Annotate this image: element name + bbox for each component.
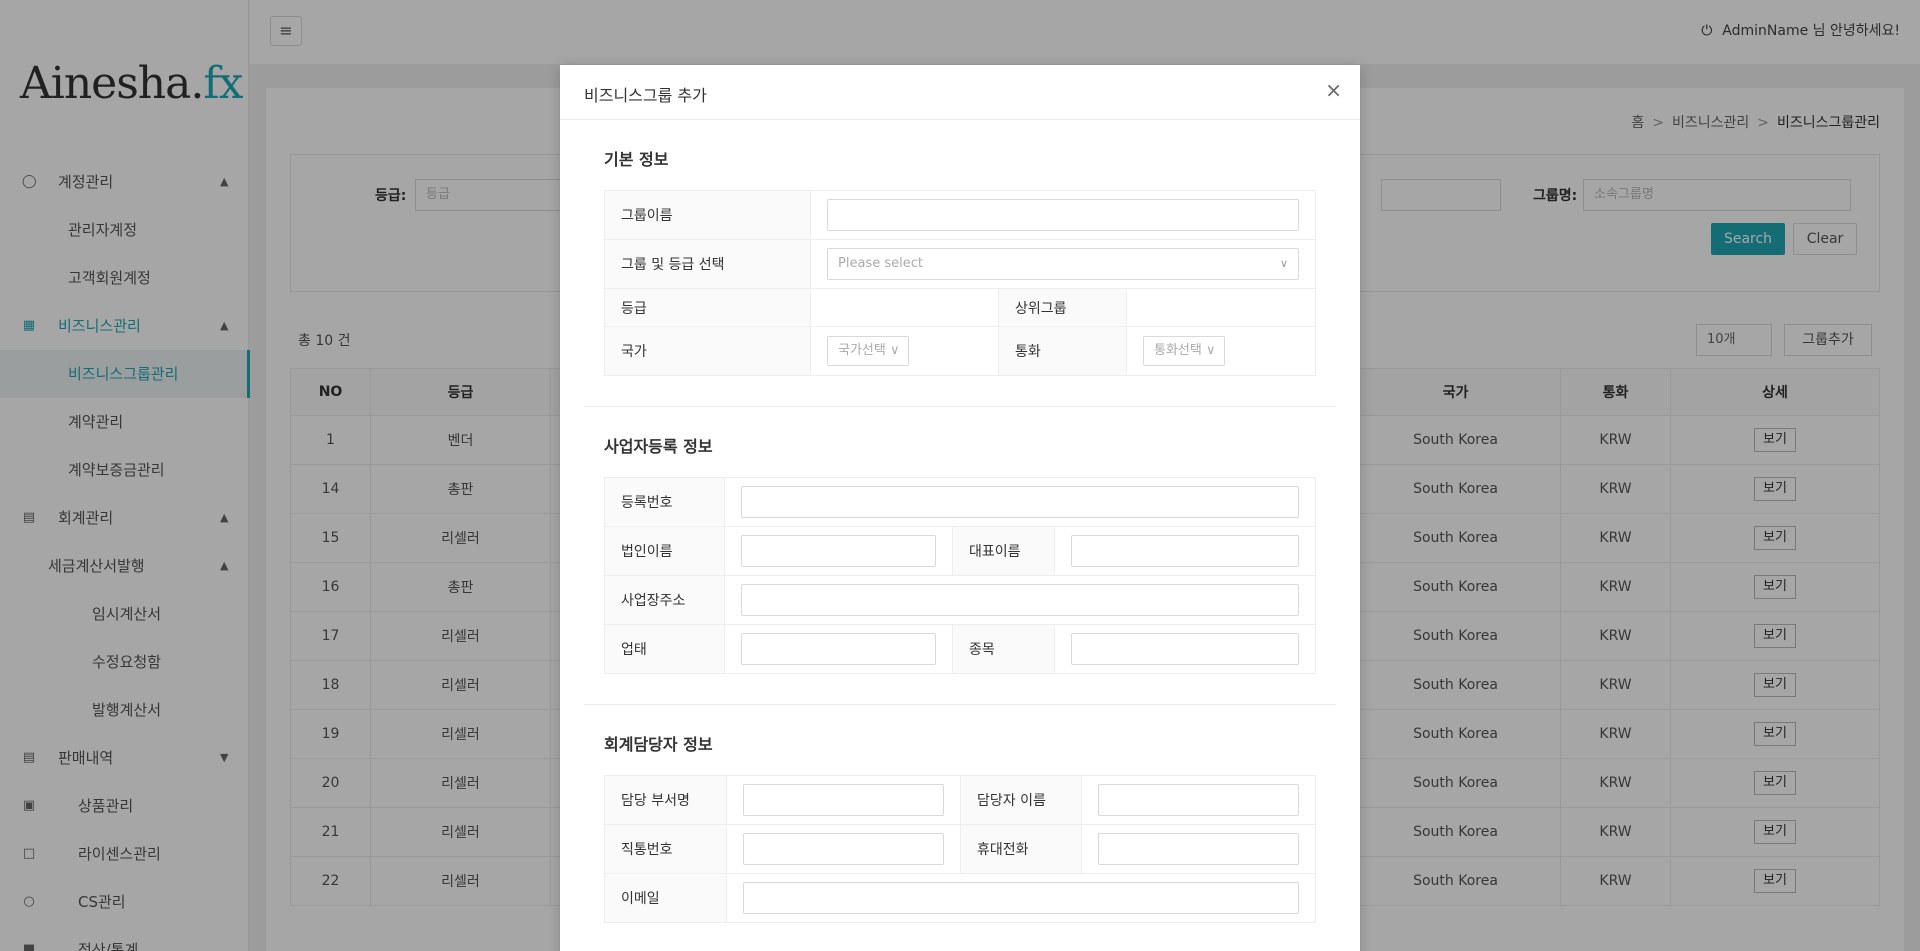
email-input[interactable] <box>743 882 1299 914</box>
group-grade-select-label: 그룹 및 등급 선택 <box>604 239 811 289</box>
grade-value <box>810 288 999 327</box>
accounting-contact-table: 담당 부서명 담당자 이름 직통번호 휴대전화 이메일 <box>604 775 1316 923</box>
basic-info-section: 기본 정보 그룹이름 그룹 및 등급 선택 Please select ∨ 등급 … <box>560 120 1360 376</box>
direct-phone-input[interactable] <box>743 833 944 865</box>
direct-phone-label: 직통번호 <box>604 824 727 874</box>
chevron-down-icon: ∨ <box>889 343 900 358</box>
biz-type-label: 업태 <box>604 624 725 674</box>
section-title: 회계담당자 정보 <box>604 735 713 754</box>
group-name-input[interactable] <box>827 199 1299 231</box>
dept-label: 담당 부서명 <box>604 775 727 825</box>
section-title: 기본 정보 <box>604 150 669 169</box>
business-reg-table: 등록번호 법인이름 대표이름 사업장주소 업태 종목 <box>604 477 1316 674</box>
add-business-group-modal: 비즈니스그룹 추가 × 기본 정보 그룹이름 그룹 및 등급 선택 Please… <box>560 65 1360 951</box>
biz-item-label: 종목 <box>952 624 1055 674</box>
section-title: 사업자등록 정보 <box>604 437 713 456</box>
country-placeholder: 국가선택 <box>838 343 886 358</box>
corp-name-label: 법인이름 <box>604 526 725 576</box>
parent-group-label: 상위그룹 <box>998 288 1127 327</box>
select-placeholder: Please select <box>838 256 923 271</box>
mobile-label: 휴대전화 <box>960 824 1082 874</box>
reg-no-input[interactable] <box>741 486 1299 518</box>
country-label: 국가 <box>604 326 811 376</box>
currency-select[interactable]: 통화선택 ∨ <box>1143 336 1225 366</box>
modal-header: 비즈니스그룹 추가 × <box>560 65 1360 120</box>
parent-group-value <box>1126 288 1316 327</box>
accounting-contact-section: 회계담당자 정보 담당 부서명 담당자 이름 직통번호 휴대전화 이메일 <box>560 705 1360 923</box>
basic-info-table: 그룹이름 그룹 및 등급 선택 Please select ∨ 등급 상위그룹 국… <box>604 190 1316 376</box>
business-reg-section: 사업자등록 정보 등록번호 법인이름 대표이름 사업장주소 업태 종목 <box>560 407 1360 674</box>
currency-placeholder: 통화선택 <box>1154 343 1202 358</box>
app-root: Ainesha.fx ◯ 계정관리 ▲ 관리자계정 고객회원계정 ▦ 비즈니스관리 ▲ … <box>0 0 1920 951</box>
biz-type-input[interactable] <box>741 633 936 665</box>
ceo-name-input[interactable] <box>1071 535 1299 567</box>
reg-no-label: 등록번호 <box>604 477 725 527</box>
chevron-down-icon: ∨ <box>1205 343 1216 358</box>
country-select[interactable]: 국가선택 ∨ <box>827 336 909 366</box>
manager-label: 담당자 이름 <box>960 775 1082 825</box>
group-grade-select[interactable]: Please select ∨ <box>827 248 1299 280</box>
biz-item-input[interactable] <box>1071 633 1299 665</box>
currency-label: 통화 <box>998 326 1127 376</box>
address-input[interactable] <box>741 584 1299 616</box>
address-label: 사업장주소 <box>604 575 725 625</box>
corp-name-input[interactable] <box>741 535 936 567</box>
mobile-input[interactable] <box>1098 833 1299 865</box>
modal-title: 비즈니스그룹 추가 <box>584 86 707 105</box>
group-name-label: 그룹이름 <box>604 190 811 240</box>
chevron-down-icon: ∨ <box>1279 257 1288 270</box>
grade-label: 등급 <box>604 288 811 327</box>
dept-input[interactable] <box>743 784 944 816</box>
manager-input[interactable] <box>1098 784 1299 816</box>
ceo-name-label: 대표이름 <box>952 526 1055 576</box>
email-label: 이메일 <box>604 873 727 923</box>
close-icon[interactable]: × <box>1325 79 1342 101</box>
